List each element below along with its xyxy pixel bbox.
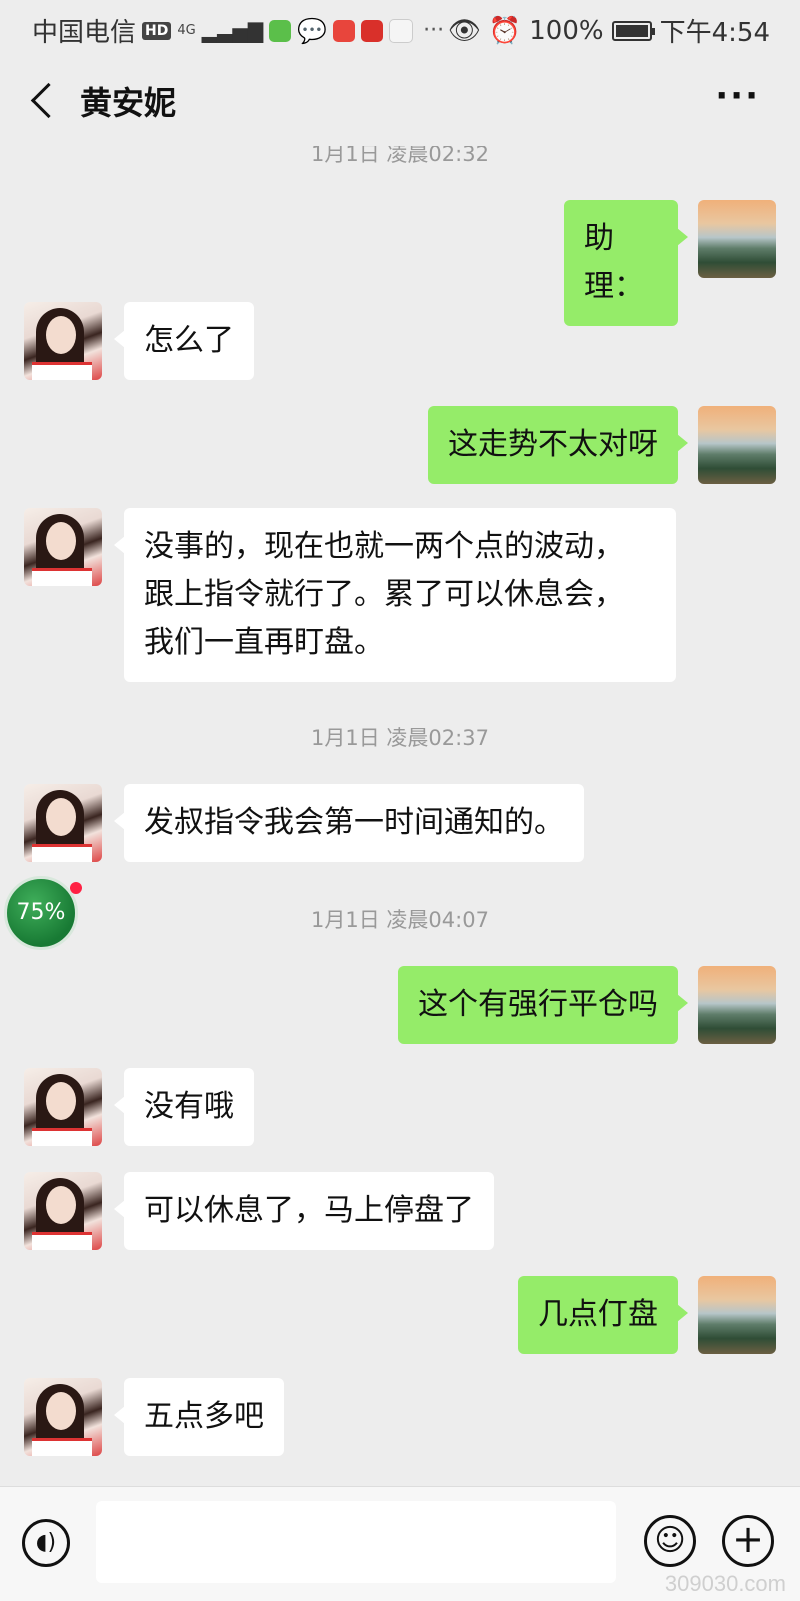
message-line: 我们一直再盯盘。 [144, 625, 384, 660]
signal-icon: ▂▃▅▇ [201, 18, 264, 43]
watermark: 309030.com [664, 1571, 786, 1596]
message-bubble[interactable]: 没事的，现在也就一两个点的波动， 跟上指令就行了。累了可以休息会， 我们一直再盯… [114, 508, 676, 682]
my-avatar[interactable] [698, 966, 776, 1044]
chat-header: 黄安妮 ··· [0, 56, 800, 146]
battery-icon [611, 20, 655, 41]
message-bubble[interactable]: 助理： [564, 200, 688, 326]
back-arrow-icon[interactable] [30, 82, 67, 119]
contact-avatar[interactable] [24, 1068, 102, 1146]
contact-avatar[interactable] [24, 1172, 102, 1250]
speed-ball-widget[interactable]: 75% [4, 876, 78, 950]
contact-avatar[interactable] [24, 302, 102, 380]
input-bar: ◖) ☺ + 309030.com [0, 1486, 800, 1601]
my-avatar[interactable] [698, 1276, 776, 1354]
contact-avatar[interactable] [24, 508, 102, 586]
status-right: 👁 ⏰ 100% 下午4:54 [448, 12, 770, 49]
notification-app-icon [389, 18, 414, 43]
eye-icon: 👁 [447, 15, 481, 46]
clock: 下午4:54 [659, 18, 770, 48]
contact-avatar[interactable] [24, 1378, 102, 1456]
timestamp: 1月1日 凌晨02:32 [311, 146, 489, 166]
contact-avatar[interactable] [24, 784, 102, 862]
add-more-icon[interactable]: + [722, 1515, 774, 1567]
message-bubble[interactable]: 发叔指令我会第一时间通知的。 [114, 784, 584, 862]
voice-input-icon[interactable]: ◖) [22, 1519, 70, 1567]
message-bubble[interactable]: 几点仃盘 [518, 1276, 688, 1354]
more-notifications-icon: ··· [423, 18, 445, 43]
message-bubble[interactable]: 没有哦 [114, 1068, 254, 1146]
message-bubble[interactable]: 五点多吧 [114, 1378, 284, 1456]
battery-fill [615, 24, 648, 37]
message-bubble[interactable]: 可以休息了，马上停盘了 [114, 1172, 494, 1250]
notification-app-icon [333, 19, 356, 42]
status-bar: 中国电信 HD 4G ▂▃▅▇ 💬 ··· 👁 ⏰ 100% 下午4:54 [0, 0, 800, 56]
timestamp: 1月1日 凌晨02:37 [311, 726, 489, 750]
message-bubble-icon: 💬 [297, 16, 328, 45]
battery-percent: 100% [529, 15, 604, 46]
more-options-button[interactable]: ··· [715, 76, 760, 116]
timestamp: 1月1日 凌晨04:07 [311, 908, 489, 932]
message-bubble[interactable]: 这个有强行平仓吗 [398, 966, 688, 1044]
message-line: 跟上指令就行了。累了可以休息会， [144, 577, 624, 612]
network-type: 4G [177, 23, 196, 38]
message-input[interactable] [96, 1501, 616, 1583]
message-bubble[interactable]: 这走势不太对呀 [428, 406, 688, 484]
chat-area[interactable]: 1月1日 凌晨02:32 助理： 怎么了 这走势不太对呀 没事的，现在也就一两个… [0, 146, 800, 1486]
chat-title: 黄安妮 [80, 84, 177, 122]
hd-badge: HD [142, 21, 172, 40]
notification-app-icon [269, 19, 292, 42]
message-bubble[interactable]: 怎么了 [114, 302, 254, 380]
alarm-icon: ⏰ [488, 15, 522, 46]
my-avatar[interactable] [698, 200, 776, 278]
message-line: 没事的，现在也就一两个点的波动， [144, 529, 624, 564]
my-avatar[interactable] [698, 406, 776, 484]
carrier-label: 中国电信 [32, 18, 137, 48]
status-left: 中国电信 HD 4G ▂▃▅▇ 💬 ··· [32, 12, 444, 49]
notification-app-icon [361, 19, 384, 42]
notification-dot [70, 882, 82, 894]
emoji-icon[interactable]: ☺ [644, 1515, 696, 1567]
